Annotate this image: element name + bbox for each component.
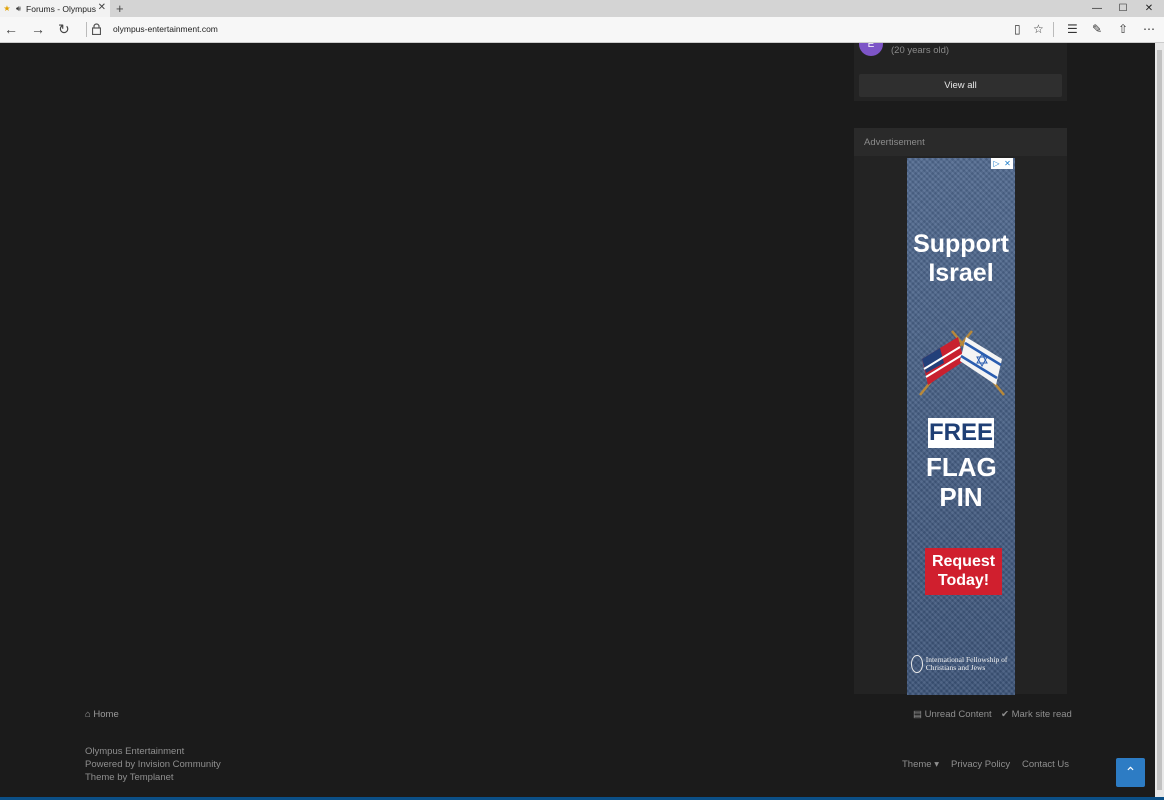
footer-site-name: Olympus Entertainment [85, 746, 185, 757]
favorite-star-icon[interactable]: ☆ [1033, 22, 1044, 36]
mark-site-read-link[interactable]: ✔ Mark site read [1001, 709, 1072, 720]
adchoices-icon[interactable]: ▷ [991, 158, 1002, 169]
ad-flag-pin[interactable]: FLAG PIN [907, 452, 1015, 512]
theme-menu-label: Theme [902, 759, 932, 770]
browser-tab[interactable]: ★ 🔊︎ Forums - Olympus ✕ [0, 0, 110, 17]
theme-by-link[interactable]: Theme by Templanet [85, 772, 174, 783]
maximize-button[interactable]: ☐ [1110, 0, 1136, 17]
theme-menu[interactable]: Theme ▾ [902, 759, 939, 770]
member-age: (20 years old) [891, 45, 950, 56]
mark-site-read-label: Mark site read [1011, 709, 1072, 720]
home-icon: ⌂ [85, 709, 91, 720]
ad-headline[interactable]: Support Israel [907, 230, 1015, 288]
nav-divider [86, 22, 87, 37]
ad-flag-pin-text: FLAG PIN [926, 452, 997, 512]
powered-by-link[interactable]: Powered by Invision Community [85, 759, 221, 770]
hub-icon[interactable]: ☰ [1067, 22, 1078, 36]
ad-request-button[interactable]: Request Today! [925, 548, 1002, 595]
toolbar-divider [1053, 22, 1054, 37]
browser-tab-bar: ★ 🔊︎ Forums - Olympus ✕ + — ☐ ✕ [0, 0, 1164, 17]
footer-home-link[interactable]: ⌂ Home [85, 709, 119, 720]
ad-free-label[interactable]: FREE [928, 418, 994, 448]
tab-close-icon[interactable]: ✕ [98, 2, 106, 13]
ad-sponsor-text: International Fellowship of Christians a… [925, 655, 1008, 672]
share-icon[interactable]: ⇧ [1118, 22, 1128, 36]
minimize-button[interactable]: — [1084, 0, 1110, 17]
back-to-top-button[interactable]: ⌃ [1116, 758, 1145, 787]
unread-content-icon: ▤ [913, 709, 922, 720]
scrollbar-thumb[interactable] [1157, 50, 1162, 790]
unread-content-label: Unread Content [924, 709, 992, 720]
advertisement-label: Advertisement [864, 137, 925, 148]
window-close-button[interactable]: ✕ [1136, 0, 1162, 17]
reading-view-icon[interactable]: ▯ [1014, 22, 1021, 36]
crossed-flags-icon[interactable] [912, 327, 1012, 397]
refresh-button[interactable]: ↻ [58, 20, 70, 38]
address-bar[interactable]: olympus-entertainment.com [113, 24, 218, 34]
view-all-button[interactable]: View all [859, 74, 1062, 97]
audio-playing-icon[interactable]: 🔊︎ [16, 4, 21, 14]
browser-nav-bar: ← → ↻ olympus-entertainment.com ▯ ☆ ☰ ✎ … [0, 17, 1164, 43]
caret-down-icon: ▾ [934, 759, 939, 770]
chevron-up-icon: ⌃ [1124, 764, 1137, 780]
ad-sponsor[interactable]: International Fellowship of Christians a… [911, 655, 1013, 673]
back-button[interactable]: ← [4, 20, 18, 38]
site-favicon-icon: ★ [3, 4, 11, 13]
checkmark-icon: ✔ [1001, 709, 1009, 720]
lock-icon[interactable] [92, 23, 101, 35]
new-tab-button[interactable]: + [116, 0, 124, 17]
forward-button[interactable]: → [31, 20, 45, 38]
ifcj-logo-icon [911, 655, 923, 673]
ad-choices[interactable]: ▷ ✕ [991, 158, 1013, 169]
footer-home-label: Home [93, 709, 119, 720]
ad-close-icon[interactable]: ✕ [1002, 158, 1013, 169]
avatar-letter: E [867, 43, 875, 50]
more-options-icon[interactable]: ⋯ [1143, 22, 1155, 36]
tab-title: Forums - Olympus [26, 3, 96, 14]
web-note-icon[interactable]: ✎ [1092, 22, 1102, 36]
unread-content-link[interactable]: ▤ Unread Content [913, 709, 992, 720]
privacy-policy-link[interactable]: Privacy Policy [951, 759, 1010, 770]
contact-us-link[interactable]: Contact Us [1022, 759, 1069, 770]
